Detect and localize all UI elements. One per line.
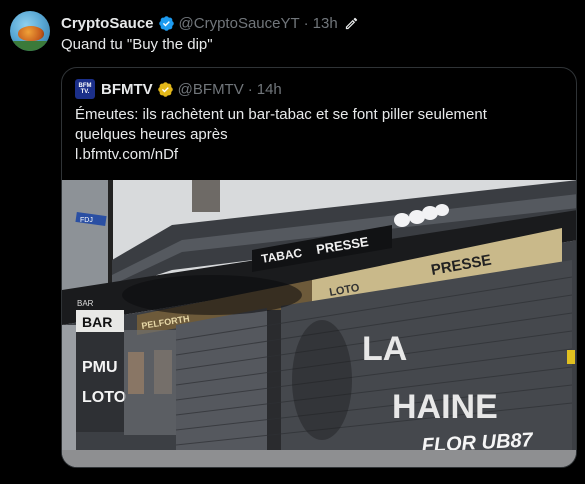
quoted-text: Émeutes: ils rachètent un bar-tabac et s… (75, 105, 555, 165)
quoted-separator-dot: · (247, 80, 253, 98)
storefront-photo[interactable]: FDJ TABAC PRESSE PRESSE LOTO PELFORTH BA… (62, 180, 576, 467)
sign-pmu: PMU (82, 359, 118, 376)
edit-pencil-icon[interactable] (344, 16, 359, 31)
author-name[interactable]: CryptoSauce (61, 15, 154, 32)
logo-text-2: TV. (80, 89, 90, 95)
separator-dot: · (303, 14, 309, 32)
gold-verified-badge-icon[interactable] (157, 81, 174, 98)
tweet-header: CryptoSauce @CryptoSauceYT · 13h (61, 13, 359, 33)
author-handle[interactable]: @CryptoSauceYT (179, 15, 300, 32)
graffiti-haine: HAINE (392, 388, 498, 426)
author-avatar[interactable] (10, 11, 50, 51)
sign-bar-small: BAR (77, 299, 94, 308)
avatar-sauce (18, 26, 44, 41)
quoted-header: BFM TV. BFMTV @BFMTV · 14h (75, 79, 282, 99)
quoted-author-name[interactable]: BFMTV (101, 81, 153, 98)
avatar-ground (10, 41, 50, 51)
bfmtv-logo[interactable]: BFM TV. (75, 79, 95, 99)
tweet-text: Quand tu "Buy the dip" (61, 36, 213, 53)
quoted-author-handle[interactable]: @BFMTV (178, 81, 244, 98)
sign-loto-left: LOTO (82, 389, 126, 406)
verified-badge-icon[interactable] (158, 15, 175, 32)
sign-bar-big: BAR (82, 314, 112, 330)
quoted-text-line-1: Émeutes: ils rachètent un bar-tabac et s… (75, 106, 487, 123)
quoted-text-line-2: quelques heures après (75, 126, 228, 143)
quoted-link[interactable]: l.bfmtv.com/nDf (75, 145, 555, 165)
street-sign-text: FDJ (80, 217, 93, 224)
quoted-timestamp[interactable]: 14h (257, 81, 282, 98)
graffiti-la: LA (362, 330, 407, 368)
quoted-tweet[interactable]: BFM TV. BFMTV @BFMTV · 14h Émeutes: ils r… (61, 67, 577, 468)
storefront-illustration: FDJ TABAC PRESSE PRESSE LOTO PELFORTH BA… (62, 180, 576, 467)
tweet-timestamp[interactable]: 13h (313, 15, 338, 32)
